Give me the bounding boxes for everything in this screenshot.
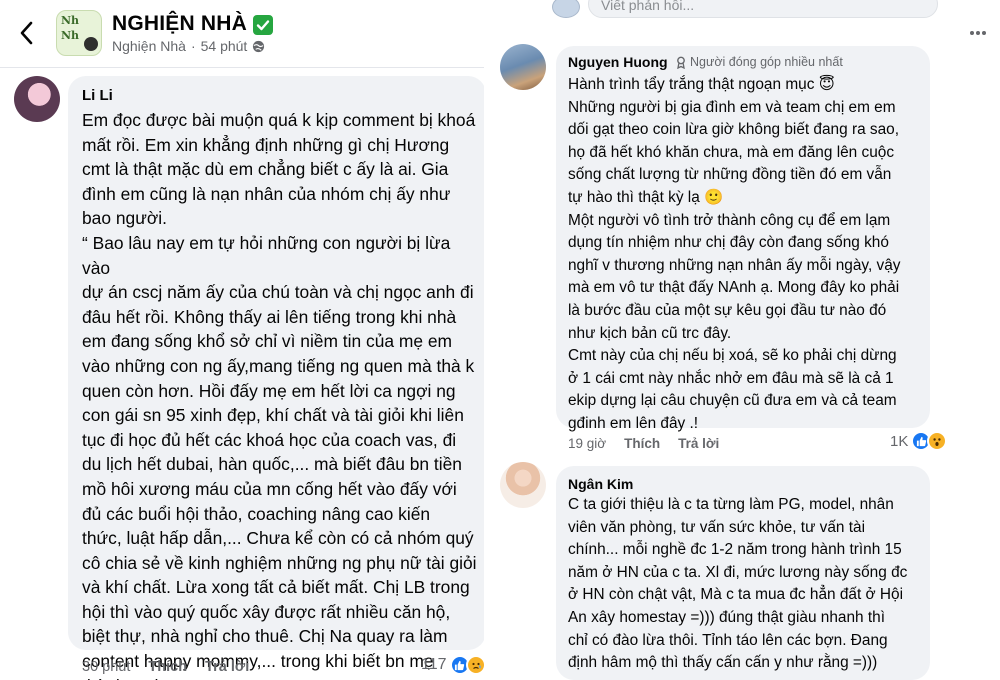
globe-icon <box>253 40 265 52</box>
post-meta: Nghiện Nhà · 54 phút <box>112 38 265 54</box>
commenter-avatar[interactable] <box>500 462 546 508</box>
sad-reaction-icon <box>465 655 486 675</box>
like-button[interactable]: Thích <box>624 436 660 451</box>
logo-mark-top: Nh <box>61 14 80 27</box>
like-button[interactable]: Thích <box>148 659 187 675</box>
reply-button[interactable]: Trả lời <box>678 436 719 451</box>
contributor-label: Người đóng góp nhiều nhất <box>690 55 843 69</box>
more-dots-icon[interactable] <box>970 30 986 36</box>
comment-time[interactable]: 19 giờ <box>568 436 606 451</box>
reply-input-row: Viết phản hồi... <box>492 0 1000 30</box>
reaction-count: 117 <box>421 656 447 673</box>
comment-author[interactable]: Nguyen Huong <box>568 54 668 70</box>
top-contributor-icon <box>677 56 685 69</box>
comment-author[interactable]: Ngân Kim <box>568 476 633 492</box>
comment-actions: 30 phút Thích Trả lời <box>82 659 249 675</box>
comment-time[interactable]: 30 phút <box>82 659 130 675</box>
page-subname[interactable]: Nghiện Nhà <box>112 38 186 54</box>
post-time[interactable]: 54 phút <box>201 38 248 54</box>
reaction-count: 1K <box>890 432 909 450</box>
comment-actions: 19 giờ Thích Trả lời <box>568 436 719 451</box>
page-name-text[interactable]: NGHIỆN NHÀ <box>112 12 247 36</box>
right-screenshot-panel: Viết phản hồi... Nguyen Huong Người đóng… <box>492 0 1000 680</box>
logo-mark-bottom: Nh <box>61 29 80 42</box>
reaction-summary[interactable]: 1K <box>890 431 948 451</box>
own-avatar <box>552 0 580 18</box>
comment-author[interactable]: Li Li <box>82 87 113 104</box>
green-check-icon <box>253 15 274 35</box>
page-logo[interactable]: Nh Nh <box>56 10 102 56</box>
comment-text: Hành trình tẩy trắng thật ngoạn mục 😇 Nh… <box>568 76 901 432</box>
post-header: Nh Nh NGHIỆN NHÀ Nghiện Nhà · 54 phút <box>0 0 492 68</box>
meta-separator: · <box>190 38 196 54</box>
contributor-badge[interactable]: Người đóng góp nhiều nhất <box>675 55 843 69</box>
reply-button[interactable]: Trả lời <box>205 659 249 675</box>
comment-text: Em đọc được bài muộn quá k kịp comment b… <box>82 110 477 680</box>
chevron-left-icon[interactable] <box>16 20 38 46</box>
commenter-avatar[interactable] <box>500 44 546 90</box>
wow-reaction-icon <box>927 431 948 451</box>
comment-text: C ta giới thiệu là c ta từng làm PG, mod… <box>568 496 908 672</box>
reaction-summary[interactable]: 117 <box>421 655 486 675</box>
commenter-avatar[interactable] <box>14 76 60 122</box>
logo-dot <box>84 37 98 51</box>
reply-input[interactable]: Viết phản hồi... <box>588 0 938 18</box>
left-screenshot-panel: Nh Nh NGHIỆN NHÀ Nghiện Nhà · 54 phút Li… <box>0 0 492 680</box>
page-name[interactable]: NGHIỆN NHÀ <box>112 12 274 36</box>
